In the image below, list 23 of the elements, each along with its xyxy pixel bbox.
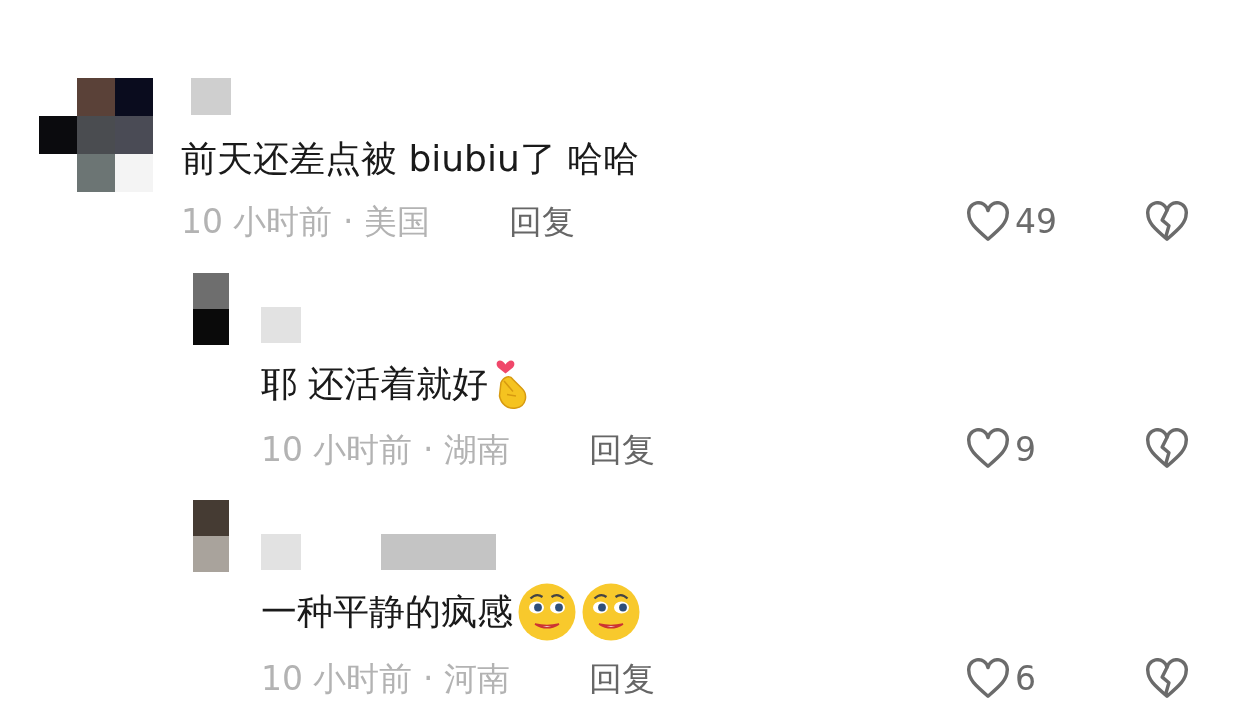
broken-heart-icon[interactable] bbox=[1144, 657, 1190, 700]
like-count: 6 bbox=[1015, 658, 1036, 700]
like-count: 49 bbox=[1015, 201, 1057, 243]
comment-text: 前天还差点被 biubiu了 哈哈 bbox=[181, 141, 640, 177]
heart-icon[interactable] bbox=[965, 428, 1011, 471]
comment-time-location: 10 小时前 · 美国 bbox=[181, 201, 431, 243]
comment-text: 一种平静的疯感 bbox=[261, 594, 513, 630]
reply-link[interactable]: 回复 bbox=[509, 197, 575, 247]
like-count: 9 bbox=[1015, 428, 1036, 471]
heart-icon[interactable] bbox=[965, 200, 1011, 243]
redacted-name bbox=[261, 534, 301, 570]
redacted-name bbox=[191, 78, 231, 115]
broken-heart-icon[interactable] bbox=[1144, 200, 1190, 243]
redacted-name bbox=[261, 306, 301, 343]
comment-time-location: 10 小时前 · 河南 bbox=[261, 658, 511, 700]
comment-text: 耶 还活着就好 bbox=[261, 365, 489, 402]
comment-time-location: 10 小时前 · 湖南 bbox=[261, 428, 511, 471]
pleading-face-emoji-icon bbox=[517, 582, 577, 642]
broken-heart-icon[interactable] bbox=[1144, 428, 1190, 471]
pleading-face-emoji-icon bbox=[581, 582, 641, 642]
reply-link[interactable]: 回复 bbox=[589, 424, 655, 474]
heart-icon[interactable] bbox=[965, 657, 1011, 700]
reply-link[interactable]: 回复 bbox=[589, 654, 655, 704]
